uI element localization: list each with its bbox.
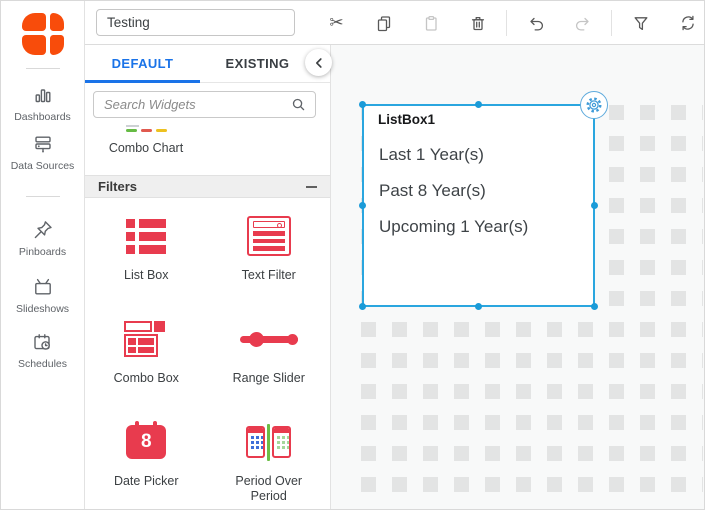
combo-chart-icon — [125, 125, 167, 132]
toolbar-separator — [611, 9, 612, 36]
resize-handle-n[interactable] — [475, 101, 482, 108]
widget-item-list-box[interactable]: List Box — [85, 212, 208, 315]
content-area: DEFAULT EXISTING Search Widgets Combo Ch… — [85, 45, 704, 509]
copy-icon — [377, 15, 390, 31]
widget-item-label: List Box — [124, 268, 169, 282]
period-over-period-icon — [246, 423, 292, 461]
dashboard-designer-window: Dashboards Data Sources Pinboards Slides… — [0, 0, 705, 510]
sidebar-item-label: Pinboards — [18, 246, 67, 258]
widget-item-date-picker[interactable]: 8 Date Picker — [85, 418, 208, 509]
resize-handle-se[interactable] — [591, 303, 598, 310]
toolbar-buttons: ✂ — [313, 8, 704, 38]
sidebar-item-label: Dashboards — [14, 111, 71, 123]
widget-item-period-over-period[interactable]: Period Over Period — [208, 418, 331, 509]
sidebar-item-schedules[interactable]: Schedules — [18, 331, 67, 370]
listbox-widget-title: ListBox1 — [378, 112, 436, 127]
cut-icon: ✂ — [329, 13, 344, 32]
slideshows-icon — [34, 278, 51, 295]
resize-handle-e[interactable] — [591, 202, 598, 209]
cut-button[interactable]: ✂ — [313, 8, 360, 38]
text-filter-icon — [246, 216, 291, 256]
sidebar-divider — [25, 68, 60, 69]
widget-grid: List Box Text Filter Combo Box Range Sli… — [85, 198, 331, 509]
dashboards-icon — [34, 89, 51, 103]
resize-handle-w[interactable] — [359, 202, 366, 209]
widget-item-range-slider[interactable]: Range Slider — [208, 315, 331, 418]
widget-item-label: Date Picker — [113, 474, 179, 488]
design-canvas[interactable]: ListBox1 Last 1 Year(s) Past 8 Year(s) U… — [331, 45, 704, 509]
paste-button[interactable] — [407, 8, 454, 38]
main-area: ✂ — [85, 1, 704, 509]
widget-item-combo-box[interactable]: Combo Box — [85, 315, 208, 418]
range-slider-icon — [239, 330, 298, 348]
top-toolbar: ✂ — [85, 1, 704, 45]
widget-item-label: Combo Box — [113, 371, 179, 385]
delete-button[interactable] — [454, 8, 501, 38]
pinboards-icon — [34, 221, 52, 239]
tab-existing[interactable]: EXISTING — [200, 45, 315, 82]
collapse-section-icon[interactable] — [306, 185, 317, 188]
panel-tabs: DEFAULT EXISTING — [85, 45, 330, 83]
widget-item-label: Period Over Period — [235, 474, 303, 503]
sidebar-divider — [25, 196, 60, 197]
sidebar-item-label: Slideshows — [15, 303, 70, 315]
widget-search-input[interactable] — [104, 97, 290, 112]
undo-icon — [529, 17, 543, 31]
dashboard-name-input[interactable] — [96, 9, 295, 36]
copy-button[interactable] — [360, 8, 407, 38]
undo-button[interactable] — [512, 8, 559, 38]
redo-button[interactable] — [559, 8, 606, 38]
filter-button[interactable] — [617, 8, 664, 38]
widget-settings-button[interactable] — [580, 91, 608, 119]
search-icon — [292, 98, 305, 111]
listbox-option[interactable]: Past 8 Year(s) — [379, 173, 593, 209]
widget-item-label: Combo Chart — [108, 141, 184, 155]
trash-icon — [471, 16, 484, 30]
list-box-icon — [126, 218, 167, 254]
filter-icon — [634, 16, 647, 30]
sidebar-item-slideshows[interactable]: Slideshows — [16, 276, 69, 315]
sidebar-item-data-sources[interactable]: Data Sources — [10, 133, 75, 172]
collapse-panel-button[interactable] — [305, 49, 332, 76]
refresh-icon — [681, 15, 694, 30]
schedules-icon — [34, 334, 51, 350]
paste-icon — [425, 15, 437, 31]
data-sources-icon — [34, 136, 51, 153]
section-title: Filters — [98, 179, 138, 194]
resize-handle-sw[interactable] — [359, 303, 366, 310]
sidebar-item-dashboards[interactable]: Dashboards — [14, 84, 71, 123]
tab-default[interactable]: DEFAULT — [85, 45, 200, 83]
resize-handle-s[interactable] — [475, 303, 482, 310]
gear-icon — [586, 97, 602, 113]
brand-logo — [21, 13, 64, 55]
listbox-option[interactable]: Last 1 Year(s) — [379, 137, 593, 173]
widget-item-label: Range Slider — [232, 371, 305, 385]
toolbar-separator — [506, 9, 507, 36]
date-picker-icon: 8 — [126, 421, 167, 463]
sidebar-item-label: Schedules — [17, 358, 68, 370]
resize-handle-nw[interactable] — [359, 101, 366, 108]
widget-search-box — [93, 91, 316, 118]
sidebar-item-pinboards[interactable]: Pinboards — [19, 219, 66, 258]
chevron-left-icon — [315, 57, 322, 68]
widget-item-label: Text Filter — [241, 268, 296, 282]
redo-icon — [575, 17, 589, 31]
sidebar-item-label: Data Sources — [10, 160, 75, 172]
combo-box-icon — [124, 321, 168, 357]
listbox-option[interactable]: Upcoming 1 Year(s) — [379, 209, 593, 245]
refresh-button[interactable] — [664, 8, 704, 38]
filters-section-header: Filters — [85, 175, 330, 198]
widget-item-text-filter[interactable]: Text Filter — [208, 212, 331, 315]
listbox-items: Last 1 Year(s) Past 8 Year(s) Upcoming 1… — [364, 137, 593, 245]
app-sidebar: Dashboards Data Sources Pinboards Slides… — [1, 1, 85, 509]
widget-item-combo-chart[interactable]: Combo Chart — [85, 118, 207, 175]
listbox-widget[interactable]: ListBox1 Last 1 Year(s) Past 8 Year(s) U… — [359, 91, 608, 310]
widgets-panel: DEFAULT EXISTING Search Widgets Combo Ch… — [85, 45, 332, 509]
